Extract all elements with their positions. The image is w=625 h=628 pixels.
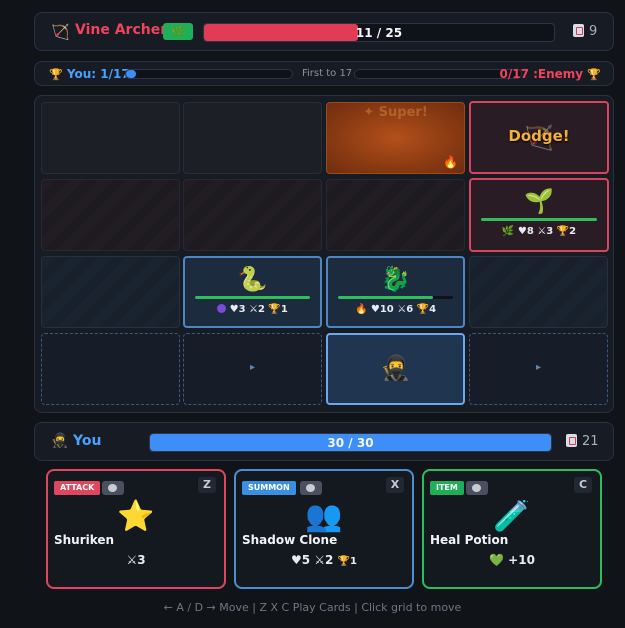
element-orb-icon [300, 481, 322, 495]
player-deck-count: 21 [566, 434, 599, 449]
dodge-effect-text: Dodge! [508, 127, 570, 145]
enemy-deck-number: 9 [589, 24, 598, 39]
card-type-badge: ITEM [430, 481, 464, 495]
element-orb-icon [102, 481, 124, 495]
enemy-health-bar: 11 / 25 [203, 23, 555, 42]
void-orb-icon [217, 304, 227, 313]
ninja-icon: 🥷 [51, 433, 69, 449]
player-status-panel: 🥷 You 30 / 30 21 [34, 422, 614, 461]
move-right-cell[interactable]: ▸ [469, 333, 608, 405]
potion-icon: 🧪 [493, 499, 531, 534]
move-arrow-icon: ▸ [249, 362, 256, 373]
unit-health-fill [195, 296, 310, 299]
card-name: Heal Potion [430, 533, 509, 547]
card-stat: ⚔3 [126, 553, 146, 567]
card-hotkey: X [386, 477, 404, 493]
move-left-cell[interactable]: ▸ [183, 333, 322, 405]
grid-cell-r1c1[interactable] [41, 102, 180, 174]
card-type-badge: SUMMON [242, 481, 296, 495]
item-card-heal-potion[interactable]: ITEM C 🧪 Heal Potion 💚 +10 [422, 469, 602, 589]
enemy-health-text: 11 / 25 [355, 26, 403, 40]
trophy-icon: 🏆 [587, 68, 601, 81]
grid-cell-r3c4[interactable] [469, 256, 608, 328]
unit-health-fill [481, 218, 597, 221]
card-stat-extra: 🏆1 [337, 556, 357, 567]
grid-cell-r1c3[interactable]: ✦ Super! 🔥 [326, 102, 465, 174]
unit-health-fill [338, 296, 434, 299]
grid-cell-r2c3[interactable] [326, 179, 465, 251]
snake-icon: 🐍 [237, 265, 268, 293]
unit-stats: ♥3 ⚔2 🏆1 [185, 304, 320, 315]
card-name: Shadow Clone [242, 533, 338, 547]
unit-health-bar [338, 296, 453, 299]
attack-card-shuriken[interactable]: ATTACK Z ⭐ Shuriken ⚔3 [46, 469, 226, 589]
card-deck-icon [566, 434, 577, 447]
card-stat: 💚 +10 [489, 553, 535, 567]
player-health-text: 30 / 30 [327, 436, 374, 450]
unit-health-bar [195, 296, 310, 299]
enemy-deck-count: 9 [573, 24, 597, 39]
card-stat: ♥5 ⚔2 🏆1 [236, 553, 412, 567]
player-deck-number: 21 [582, 434, 599, 449]
unit-stats: 🔥 ♥10 ⚔6 🏆4 [354, 304, 437, 315]
player-position-cell[interactable]: 🥷 [326, 333, 465, 405]
enemy-sprout-unit[interactable]: 🌱 🌿 ♥8 ⚔3 🏆2 [469, 178, 609, 252]
grid-cell-r4c1[interactable] [41, 333, 180, 405]
silhouettes-icon: 👥 [305, 499, 343, 534]
player-score-label: You: 1/17 [66, 67, 130, 81]
bow-icon: 🏹 [51, 23, 70, 41]
grid-cell-r3c1[interactable] [41, 256, 180, 328]
element-orb-icon [466, 481, 488, 495]
battle-grid: ✦ Super! 🔥 🏹 Dodge! 🌱 🌿 ♥8 ⚔3 🏆2 🐍 ♥3 ⚔2… [34, 95, 614, 413]
card-deck-icon [573, 24, 584, 37]
controls-help-text: ← A / D → Move | Z X C Play Cards | Clic… [163, 601, 462, 614]
card-hotkey: Z [198, 477, 216, 493]
unit-stats-text: ♥3 ⚔2 🏆1 [229, 304, 288, 315]
score-panel: 🏆 You: 1/17 First to 17 0/17 :Enemy 🏆 [34, 61, 614, 86]
grid-cell-r2c1[interactable] [41, 179, 180, 251]
enemy-status-panel: 🏹 Vine Archer 🌿 11 / 25 9 [34, 12, 614, 51]
leaf-element-badge: 🌿 [163, 23, 193, 40]
card-stat-main: ♥5 ⚔2 [290, 553, 334, 567]
score-goal: First to 17 [302, 68, 353, 79]
sprout-icon: 🌱 [524, 187, 554, 215]
player-name: You [73, 433, 102, 449]
trophy-icon: 🏆 [49, 68, 63, 81]
player-dragon-unit[interactable]: 🐉 🔥 ♥10 ⚔6 🏆4 [326, 256, 465, 328]
super-effect-text: ✦ Super! [363, 105, 428, 120]
enemy-score-track [354, 69, 522, 79]
card-name: Shuriken [54, 533, 115, 547]
grid-cell-r1c4[interactable]: 🏹 Dodge! [469, 101, 609, 174]
move-arrow-icon: ▸ [535, 362, 542, 373]
enemy-score-label: 0/17 :Enemy [499, 67, 584, 81]
enemy-name: Vine Archer [75, 22, 168, 38]
card-hotkey: C [574, 477, 592, 493]
player-score: 🏆 You: 1/17 [49, 67, 130, 81]
fire-icon: 🔥 [443, 155, 458, 169]
ninja-icon: 🥷 [380, 354, 411, 382]
player-snake-unit[interactable]: 🐍 ♥3 ⚔2 🏆1 [183, 256, 322, 328]
summon-card-shadow-clone[interactable]: SUMMON X 👥 Shadow Clone ♥5 ⚔2 🏆1 [234, 469, 414, 589]
player-score-fill [126, 70, 136, 78]
star-icon: ⭐ [117, 499, 155, 534]
dragon-icon: 🐉 [380, 265, 411, 293]
player-score-track [125, 69, 293, 79]
card-type-badge: ATTACK [54, 481, 101, 495]
player-health-bar: 30 / 30 [149, 433, 552, 452]
grid-cell-r2c2[interactable] [183, 179, 322, 251]
unit-health-bar [481, 218, 597, 221]
enemy-score: 0/17 :Enemy 🏆 [499, 67, 601, 81]
grid-cell-r1c2[interactable] [183, 102, 322, 174]
unit-stats: 🌿 ♥8 ⚔3 🏆2 [501, 226, 577, 237]
